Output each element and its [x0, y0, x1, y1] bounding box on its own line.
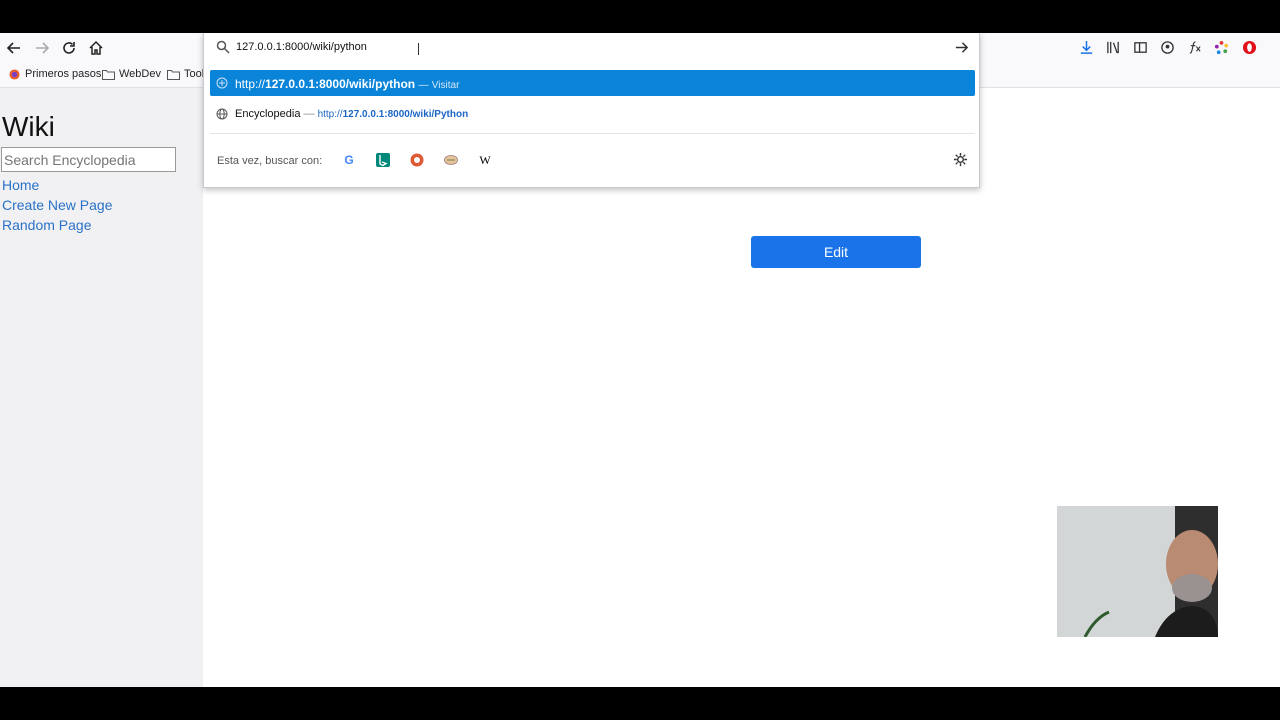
- fx-extension-button[interactable]: [1185, 38, 1203, 56]
- bookmark-webdev[interactable]: WebDev: [102, 68, 161, 80]
- bookmark-label: Tool: [184, 68, 205, 80]
- suggestion-history[interactable]: Encyclopedia — http://127.0.0.1:8000/wik…: [210, 101, 975, 127]
- bookmark-label: WebDev: [119, 68, 161, 80]
- search-icon: [216, 40, 230, 54]
- suggestion-url-bold: 127.0.0.1:8000/wiki/python: [265, 77, 416, 91]
- account-icon: [1160, 40, 1174, 54]
- opera-icon: [1242, 40, 1256, 54]
- one-off-search-label: Esta vez, buscar con:: [217, 155, 323, 167]
- forward-arrow-icon: [36, 42, 50, 54]
- bing-search-button[interactable]: [375, 152, 391, 168]
- downloads-button[interactable]: [1077, 38, 1095, 56]
- create-new-page-link[interactable]: Create New Page: [2, 197, 113, 213]
- url-dropdown: 127.0.0.1:8000/wiki/python http://127.0.…: [203, 33, 980, 188]
- reload-button[interactable]: [57, 36, 81, 60]
- edit-button[interactable]: Edit: [751, 236, 921, 268]
- random-page-link[interactable]: Random Page: [2, 217, 92, 233]
- ebay-search-button[interactable]: [443, 152, 459, 168]
- duckduckgo-search-button[interactable]: [409, 152, 425, 168]
- wikipedia-search-button[interactable]: W: [477, 152, 493, 168]
- go-arrow-icon[interactable]: [954, 40, 969, 55]
- ebay-icon: [444, 155, 458, 165]
- webcam-overlay: [1057, 506, 1218, 637]
- folder-icon: [167, 69, 180, 80]
- bookmark-tool[interactable]: Tool: [167, 68, 204, 80]
- bookmark-primeros-pasos[interactable]: Primeros pasos: [8, 68, 101, 80]
- google-icon: G: [344, 153, 354, 167]
- suggestion-separator: —: [303, 108, 315, 120]
- text-cursor: [418, 43, 419, 55]
- bookmark-label: Primeros pasos: [25, 68, 102, 80]
- bottom-letterbox: [0, 687, 1280, 720]
- home-link[interactable]: Home: [2, 177, 39, 193]
- screen: Primeros pasos WebDev Tool Wiki Home Cre…: [0, 0, 1280, 720]
- person-video-icon: [1057, 506, 1218, 637]
- wikipedia-icon: W: [479, 152, 491, 167]
- divider: [210, 133, 975, 134]
- site-icon: [216, 77, 228, 89]
- globe-icon: [216, 108, 228, 120]
- suggestion-url-prefix: http://: [235, 77, 266, 91]
- opera-extension-button[interactable]: [1240, 38, 1258, 56]
- home-icon: [89, 40, 103, 55]
- suggestion-url-bold: 127.0.0.1:8000/wiki/Python: [342, 109, 469, 120]
- suggestion-url-prefix: http://: [317, 109, 343, 120]
- reload-icon: [63, 42, 75, 54]
- download-icon: [1080, 40, 1092, 54]
- suggestion-title: Encyclopedia: [235, 108, 301, 120]
- suggestion-action: Visitar: [431, 80, 460, 91]
- color-wheel-icon: [1214, 40, 1228, 54]
- function-icon: [1189, 40, 1201, 54]
- search-encyclopedia-input[interactable]: [1, 147, 176, 172]
- url-input[interactable]: 127.0.0.1:8000/wiki/python: [236, 41, 367, 53]
- duckduckgo-icon: [410, 153, 424, 167]
- suggestion-visit[interactable]: http://127.0.0.1:8000/wiki/python — Visi…: [210, 70, 975, 96]
- library-button[interactable]: [1104, 38, 1122, 56]
- forward-button[interactable]: [30, 36, 54, 60]
- account-button[interactable]: [1158, 38, 1176, 56]
- firefox-icon: [9, 68, 20, 80]
- sidebar-button[interactable]: [1131, 38, 1149, 56]
- suggestion-separator: —: [418, 80, 429, 91]
- url-bar[interactable]: 127.0.0.1:8000/wiki/python: [204, 33, 979, 63]
- back-button[interactable]: [2, 36, 26, 60]
- google-search-button[interactable]: G: [341, 152, 357, 168]
- wiki-title: Wiki: [2, 111, 55, 142]
- back-arrow-icon: [6, 42, 20, 54]
- wiki-sidebar: Wiki Home Create New Page Random Page: [0, 88, 203, 687]
- home-button[interactable]: [84, 36, 108, 60]
- color-extension-button[interactable]: [1212, 38, 1230, 56]
- library-icon: [1106, 41, 1119, 53]
- bing-icon: [376, 153, 390, 167]
- sidebar-icon: [1133, 41, 1147, 53]
- folder-icon: [102, 69, 115, 80]
- gear-icon[interactable]: [953, 152, 968, 167]
